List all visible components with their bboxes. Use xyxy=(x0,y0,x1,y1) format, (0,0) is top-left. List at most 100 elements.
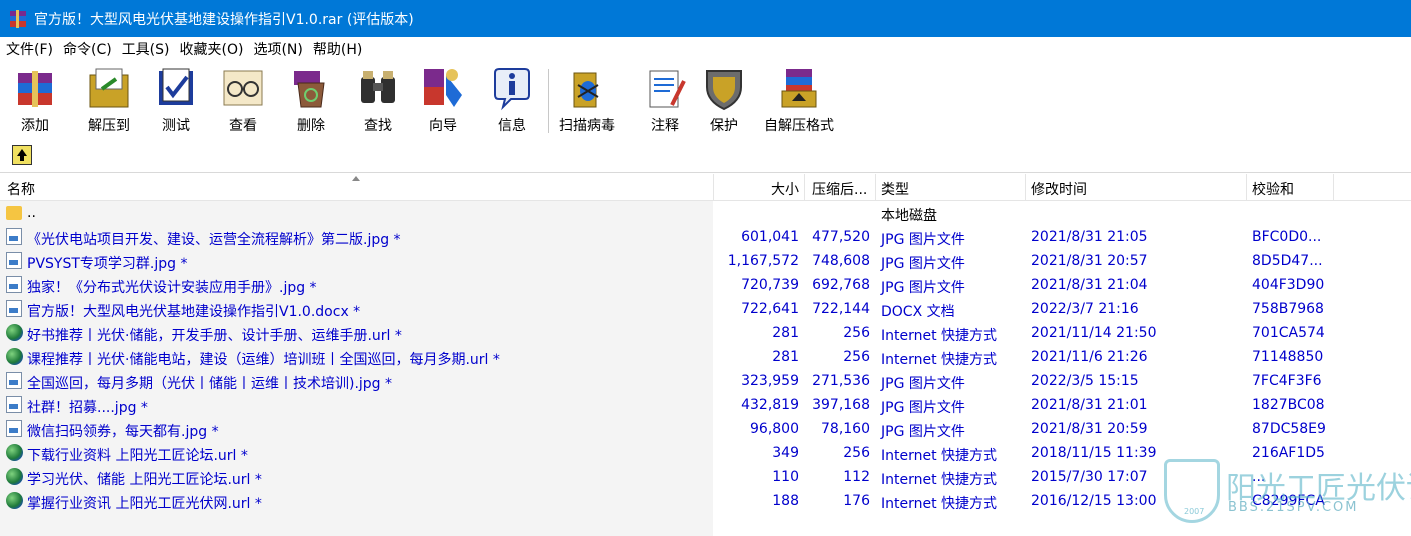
file-name: PVSYST专项学习群.jpg * xyxy=(27,256,188,272)
wizard-button[interactable]: 向导 xyxy=(420,65,466,135)
file-packed: 748,608 xyxy=(812,253,870,269)
parent-folder-row[interactable]: .. 本地磁盘 xyxy=(0,201,1411,225)
table-row[interactable]: 课程推荐丨光伏·储能电站，建设（运维）培训班丨全国巡回，每月多期.url * 2… xyxy=(0,345,1411,369)
file-crc: 7FC4F3F6 xyxy=(1252,373,1322,389)
extract-button[interactable]: 解压到 xyxy=(86,65,132,135)
column-crc[interactable]: 校验和 xyxy=(1252,179,1294,199)
column-divider[interactable] xyxy=(804,174,805,200)
file-type: Internet 快捷方式 xyxy=(881,472,998,488)
file-name: 微信扫码领券，每天都有.jpg * xyxy=(27,424,219,440)
title-bar: 官方版！大型风电光伏基地建设操作指引V1.0.rar (评估版本) xyxy=(0,0,1411,37)
info-icon xyxy=(489,65,535,111)
column-packed[interactable]: 压缩后... xyxy=(812,179,867,199)
file-type: JPG 图片文件 xyxy=(881,400,965,416)
column-name[interactable]: 名称 xyxy=(7,179,35,199)
file-modified: 2021/11/14 21:50 xyxy=(1031,325,1157,341)
file-crc: 1827BC08 xyxy=(1252,397,1325,413)
find-binoculars-icon xyxy=(355,65,401,111)
column-size[interactable]: 大小 xyxy=(771,179,799,199)
file-type: JPG 图片文件 xyxy=(881,424,965,440)
file-name: 好书推荐丨光伏·储能，开发手册、设计手册、运维手册.url * xyxy=(27,328,402,344)
file-packed: 78,160 xyxy=(821,421,870,437)
globe-icon xyxy=(6,444,23,461)
sort-ascending-icon xyxy=(352,176,360,181)
file-name: .. xyxy=(27,205,36,221)
table-row[interactable]: 全国巡回，每月多期（光伏丨储能丨运维丨技术培训).jpg * 323,959 2… xyxy=(0,369,1411,393)
file-packed: 256 xyxy=(843,325,870,341)
file-size: 188 xyxy=(772,493,799,509)
column-header: 名称 大小 压缩后... 类型 修改时间 校验和 xyxy=(0,174,1411,201)
file-type: 本地磁盘 xyxy=(881,208,937,224)
menu-file[interactable]: 文件(F) xyxy=(6,39,53,59)
file-packed: 112 xyxy=(843,469,870,485)
menu-tools[interactable]: 工具(S) xyxy=(122,39,170,59)
table-row[interactable]: 官方版！大型风电光伏基地建设操作指引V1.0.docx * 722,641 72… xyxy=(0,297,1411,321)
sfx-button[interactable]: 自解压格式 xyxy=(764,65,834,135)
file-name: 全国巡回，每月多期（光伏丨储能丨运维丨技术培训).jpg * xyxy=(27,376,393,392)
add-archive-icon xyxy=(12,65,58,111)
file-name: 下载行业资料 上阳光工匠论坛.url * xyxy=(27,448,248,464)
comment-button[interactable]: 注释 xyxy=(642,65,688,135)
table-row[interactable]: 社群！招募....jpg * 432,819 397,168 JPG 图片文件 … xyxy=(0,393,1411,417)
menu-favorites[interactable]: 收藏夹(O) xyxy=(180,39,244,59)
table-row[interactable]: PVSYST专项学习群.jpg * 1,167,572 748,608 JPG … xyxy=(0,249,1411,273)
file-packed: 256 xyxy=(843,349,870,365)
file-modified: 2021/8/31 21:05 xyxy=(1031,229,1148,245)
up-one-level-button[interactable] xyxy=(12,145,32,165)
file-name: 学习光伏、储能 上阳光工匠论坛.url * xyxy=(27,472,262,488)
menu-options[interactable]: 选项(N) xyxy=(253,39,302,59)
file-size: 601,041 xyxy=(741,229,799,245)
add-button[interactable]: 添加 xyxy=(12,65,58,135)
find-button[interactable]: 查找 xyxy=(355,65,401,135)
column-divider[interactable] xyxy=(1246,174,1247,200)
file-modified: 2021/8/31 20:57 xyxy=(1031,253,1148,269)
file-modified: 2022/3/5 15:15 xyxy=(1031,373,1139,389)
virus-scan-label: 扫描病毒 xyxy=(559,118,615,134)
menu-help[interactable]: 帮助(H) xyxy=(313,39,362,59)
file-size: 349 xyxy=(772,445,799,461)
file-type: JPG 图片文件 xyxy=(881,256,965,272)
image-file-icon xyxy=(6,372,22,389)
file-type: JPG 图片文件 xyxy=(881,232,965,248)
protect-button[interactable]: 保护 xyxy=(701,65,747,135)
forum-watermark: 2007 阳光工匠光伏论坛 BBS.21SPV.COM xyxy=(1160,455,1411,536)
file-crc: 701CA574 xyxy=(1252,325,1325,341)
table-row[interactable]: 微信扫码领券，每天都有.jpg * 96,800 78,160 JPG 图片文件… xyxy=(0,417,1411,441)
view-button[interactable]: 查看 xyxy=(220,65,266,135)
image-file-icon xyxy=(6,228,22,245)
test-button[interactable]: 测试 xyxy=(153,65,199,135)
column-divider[interactable] xyxy=(713,174,714,200)
info-button[interactable]: 信息 xyxy=(489,65,535,135)
table-row[interactable]: 独家！《分布式光伏设计安装应用手册》.jpg * 720,739 692,768… xyxy=(0,273,1411,297)
table-row[interactable]: 《光伏电站项目开发、建设、运营全流程解析》第二版.jpg * 601,041 4… xyxy=(0,225,1411,249)
winrar-app-icon[interactable] xyxy=(8,9,28,29)
file-packed: 722,144 xyxy=(812,301,870,317)
column-divider[interactable] xyxy=(1333,174,1334,200)
globe-icon xyxy=(6,324,23,341)
file-size: 281 xyxy=(772,349,799,365)
file-size: 720,739 xyxy=(741,277,799,293)
file-crc: 8D5D47... xyxy=(1252,253,1323,269)
menu-commands[interactable]: 命令(C) xyxy=(63,39,112,59)
file-type: Internet 快捷方式 xyxy=(881,496,998,512)
file-crc: 758B7968 xyxy=(1252,301,1324,317)
file-packed: 397,168 xyxy=(812,397,870,413)
column-divider[interactable] xyxy=(1025,174,1026,200)
file-name: 课程推荐丨光伏·储能电站，建设（运维）培训班丨全国巡回，每月多期.url * xyxy=(27,352,500,368)
file-size: 96,800 xyxy=(750,421,799,437)
file-size: 281 xyxy=(772,325,799,341)
virus-scan-button[interactable]: 扫描病毒 xyxy=(559,65,615,135)
column-modified[interactable]: 修改时间 xyxy=(1031,179,1087,199)
column-divider[interactable] xyxy=(875,174,876,200)
protect-label: 保护 xyxy=(710,118,738,134)
file-name: 社群！招募....jpg * xyxy=(27,400,148,416)
file-packed: 692,768 xyxy=(812,277,870,293)
file-modified: 2021/8/31 20:59 xyxy=(1031,421,1148,437)
table-row[interactable]: 好书推荐丨光伏·储能，开发手册、设计手册、运维手册.url * 281 256 … xyxy=(0,321,1411,345)
add-label: 添加 xyxy=(21,118,49,134)
file-type: JPG 图片文件 xyxy=(881,280,965,296)
file-size: 432,819 xyxy=(741,397,799,413)
column-type[interactable]: 类型 xyxy=(881,179,909,199)
delete-button[interactable]: 删除 xyxy=(288,65,334,135)
file-crc: 404F3D90 xyxy=(1252,277,1325,293)
